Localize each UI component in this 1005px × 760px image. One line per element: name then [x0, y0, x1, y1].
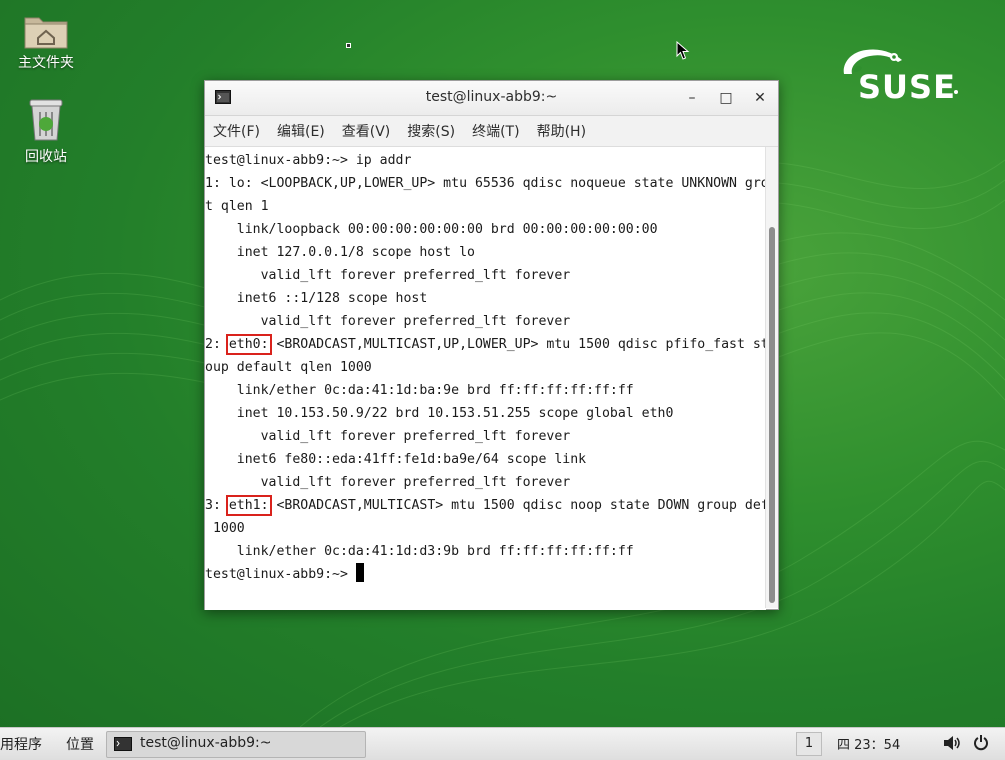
desktop-icon-label: 主文件夹	[18, 55, 74, 71]
terminal-icon	[114, 737, 132, 751]
terminal-line: 3: eth1: <BROADCAST,MULTICAST> mtu 1500 …	[205, 495, 766, 516]
terminal-output[interactable]: test@linux-abb9:~> ip addr 1: lo: <LOOPBA…	[205, 147, 766, 610]
terminal-line: valid_lft forever preferred_lft forever	[205, 475, 571, 490]
desktop-icon-home-folder[interactable]: 主文件夹	[6, 10, 86, 72]
terminal-line: t qlen 1	[205, 199, 269, 214]
menu-terminal[interactable]: 终端(T)	[472, 121, 519, 141]
suse-logo: SUSE	[838, 46, 960, 106]
terminal-line: valid_lft forever preferred_lft forever	[205, 429, 571, 444]
taskbar-window-label: test@linux-abb9:~	[140, 735, 272, 751]
desktop-icon-label: 回收站	[25, 149, 67, 165]
terminal-line: 1000	[205, 521, 245, 536]
terminal-line: inet 10.153.50.9/22 brd 10.153.51.255 sc…	[205, 406, 674, 421]
terminal-line: valid_lft forever preferred_lft forever	[205, 268, 571, 283]
terminal-line: link/loopback 00:00:00:00:00:00 brd 00:0…	[205, 222, 658, 237]
volume-icon[interactable]	[943, 735, 961, 751]
places-menu[interactable]: 位置	[66, 734, 94, 754]
applications-menu[interactable]: 用程序	[0, 734, 42, 754]
mouse-pointer-icon	[676, 41, 690, 60]
menu-help[interactable]: 帮助(H)	[537, 121, 586, 141]
terminal-line: valid_lft forever preferred_lft forever	[205, 314, 571, 329]
close-button[interactable]: ✕	[749, 87, 771, 109]
terminal-window[interactable]: test@linux-abb9:~ – □ ✕ 文件(F) 编辑(E) 查看(V…	[204, 80, 779, 610]
folder-icon	[24, 17, 68, 49]
desktop-selection-marker	[346, 43, 351, 48]
logo-trademark-dot	[954, 90, 958, 94]
interface-name-highlight: eth1:	[225, 495, 272, 516]
terminal-line: test@linux-abb9:~>	[205, 563, 766, 586]
window-titlebar[interactable]: test@linux-abb9:~ – □ ✕	[205, 81, 778, 116]
terminal-line: inet6 fe80::eda:41ff:fe1d:ba9e/64 scope …	[205, 452, 587, 467]
taskbar-window-button[interactable]: test@linux-abb9:~	[106, 731, 366, 758]
menu-bar: 文件(F) 编辑(E) 查看(V) 搜索(S) 终端(T) 帮助(H)	[205, 116, 778, 147]
terminal-line: 2: eth0: <BROADCAST,MULTICAST,UP,LOWER_U…	[205, 334, 766, 355]
power-icon[interactable]	[973, 734, 989, 751]
terminal-scrollbar[interactable]	[765, 147, 778, 608]
terminal-line: link/ether 0c:da:41:1d:ba:9e brd ff:ff:f…	[205, 383, 634, 398]
menu-file[interactable]: 文件(F)	[213, 121, 260, 141]
terminal-line: 1: lo: <LOOPBACK,UP,LOWER_UP> mtu 65536 …	[205, 176, 766, 191]
interface-name-highlight: eth0:	[225, 334, 272, 355]
terminal-line: link/ether 0c:da:41:1d:d3:9b brd ff:ff:f…	[205, 544, 634, 559]
desktop-icon-trash[interactable]: 回收站	[6, 98, 86, 166]
bottom-panel: 用程序 位置 test@linux-abb9:~ 1 四 23：54	[0, 727, 1005, 760]
trash-icon	[29, 99, 63, 141]
maximize-button[interactable]: □	[715, 87, 737, 109]
terminal-line: test@linux-abb9:~> ip addr	[205, 153, 412, 168]
menu-edit[interactable]: 编辑(E)	[277, 121, 325, 141]
clock[interactable]: 四 23：54	[837, 734, 900, 753]
terminal-cursor	[355, 563, 364, 582]
menu-view[interactable]: 查看(V)	[342, 121, 391, 141]
workspace-switcher[interactable]: 1	[796, 732, 822, 756]
minimize-button[interactable]: –	[681, 87, 703, 109]
scrollbar-thumb[interactable]	[769, 227, 775, 603]
terminal-line: inet6 ::1/128 scope host	[205, 291, 428, 306]
terminal-line: oup default qlen 1000	[205, 360, 372, 375]
menu-search[interactable]: 搜索(S)	[407, 121, 455, 141]
terminal-line: inet 127.0.0.1/8 scope host lo	[205, 245, 475, 260]
logo-wordmark: SUSE	[858, 68, 956, 106]
